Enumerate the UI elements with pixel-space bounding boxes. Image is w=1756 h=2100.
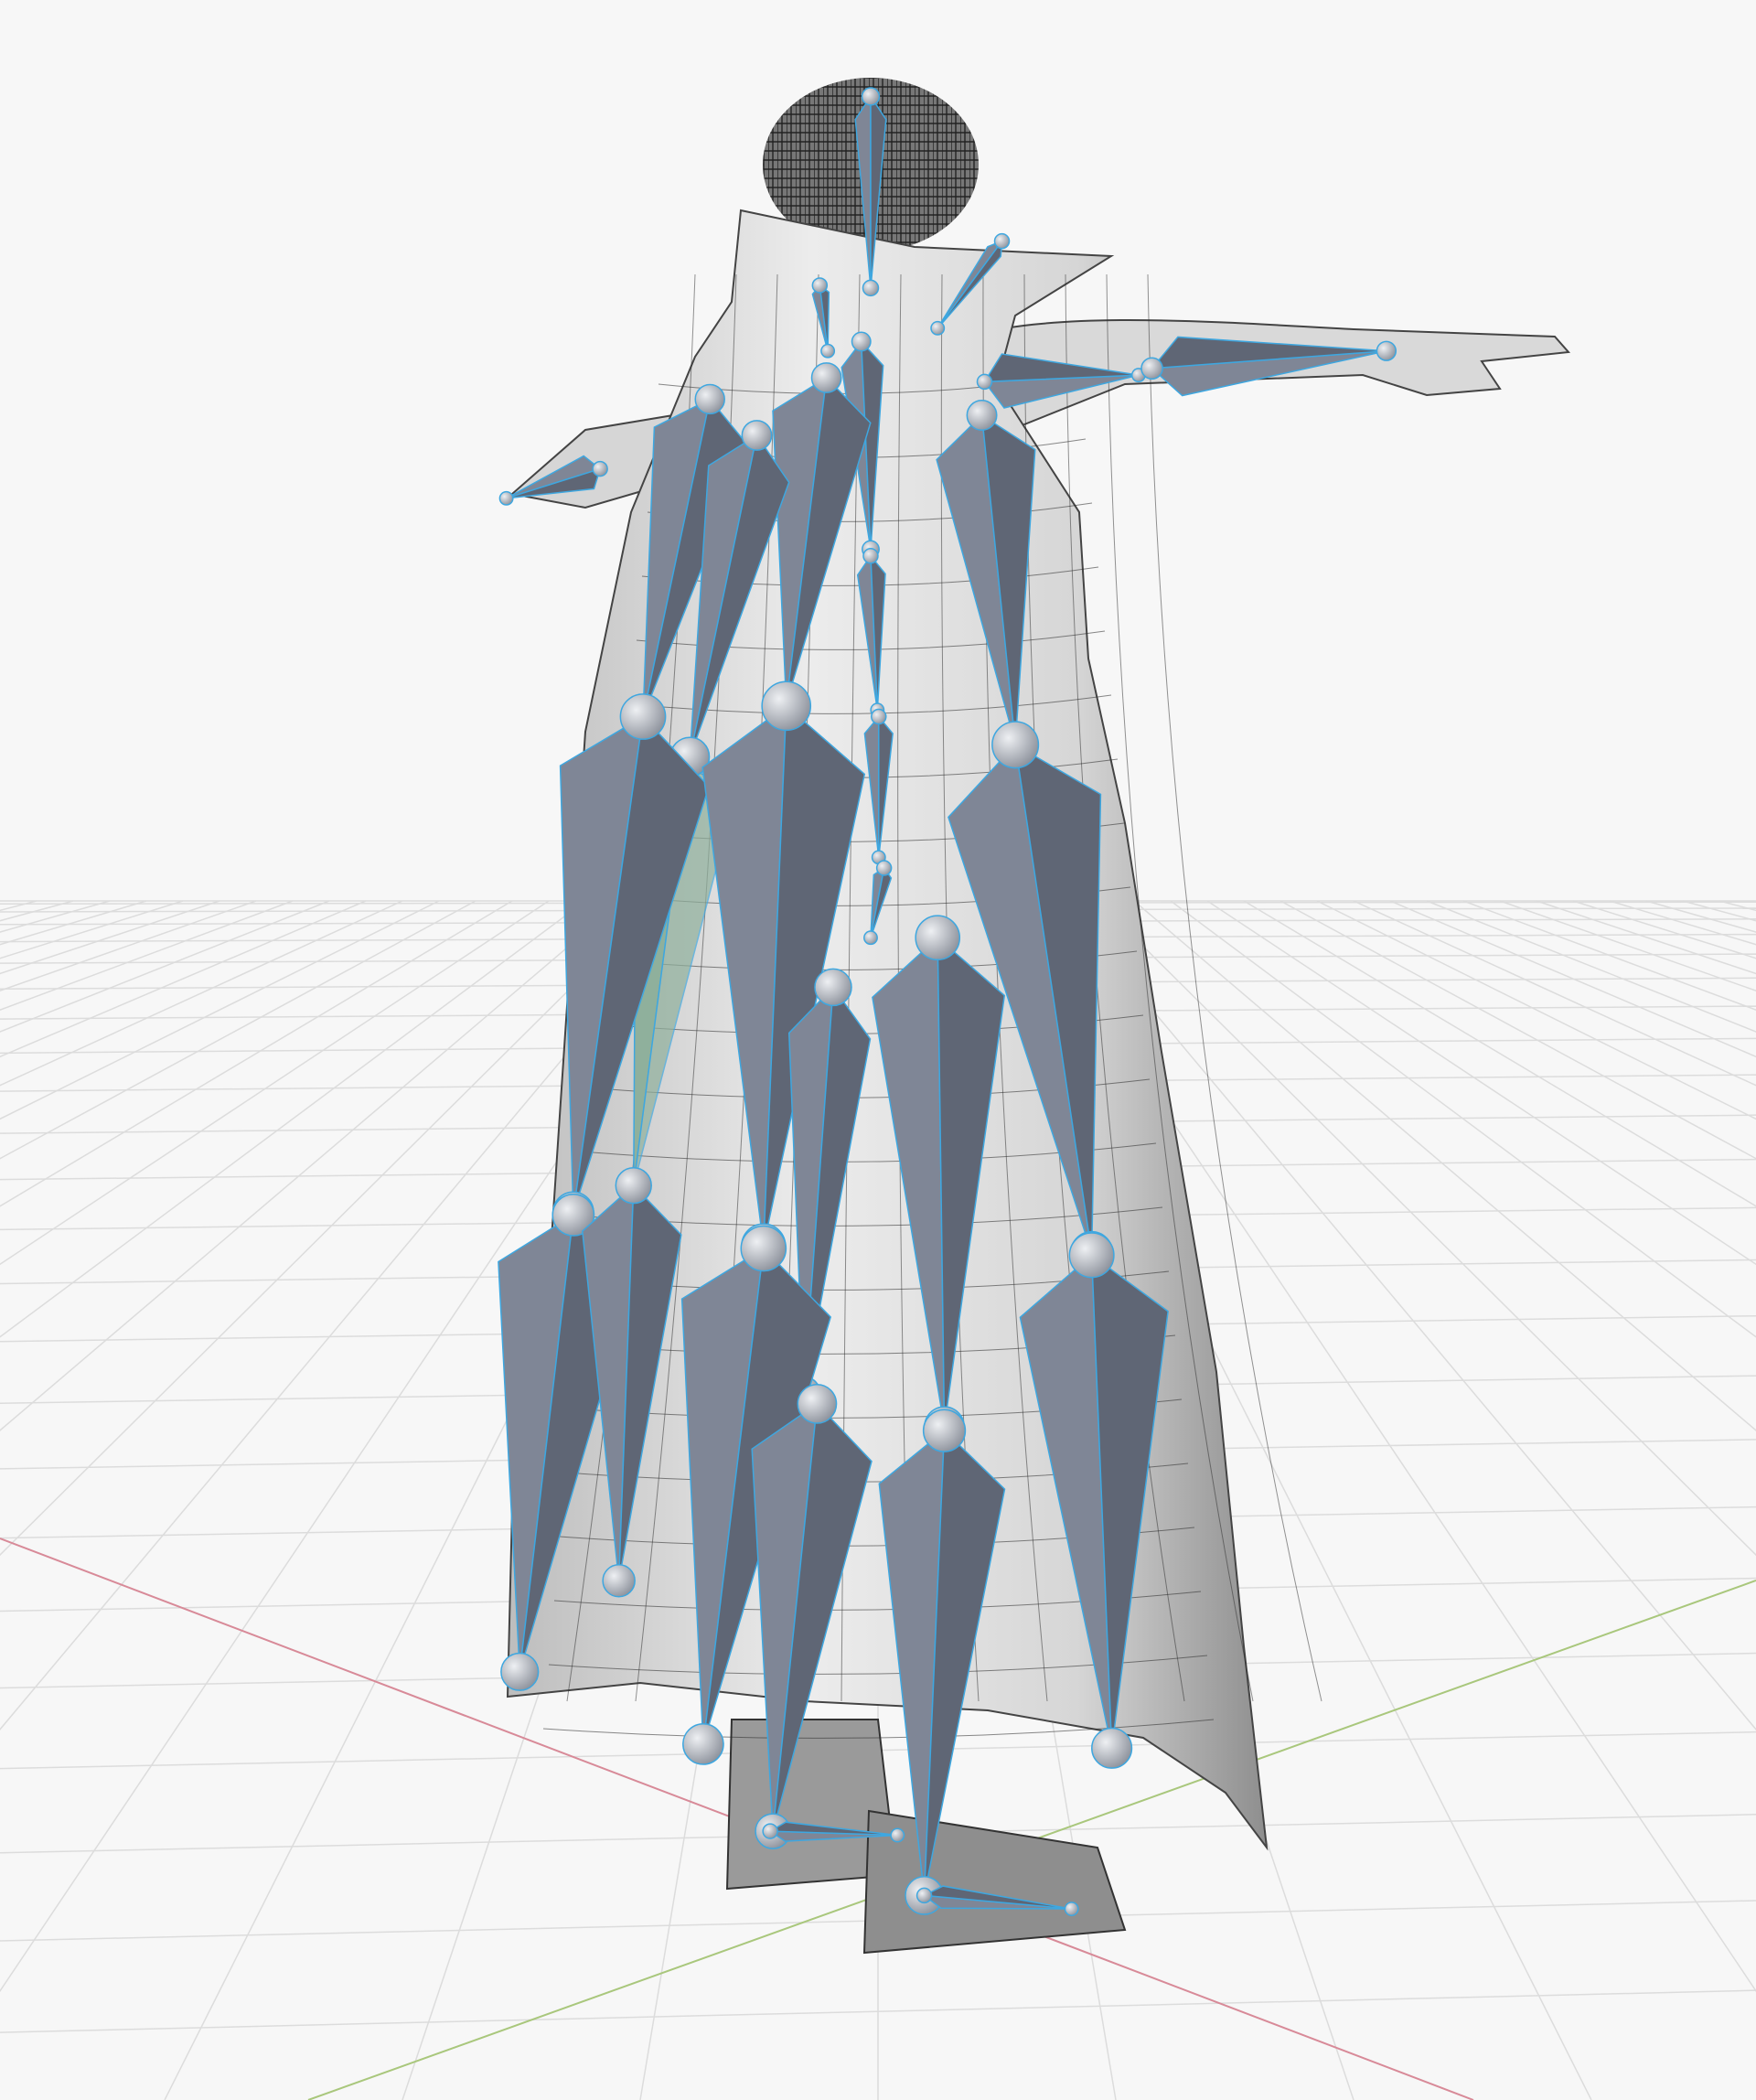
bone-tail-joint[interactable] [1376, 340, 1397, 361]
bone-head-joint[interactable] [861, 87, 881, 106]
bone-head-joint[interactable] [761, 680, 812, 732]
bone-head-joint[interactable] [851, 331, 872, 352]
bone-head-joint[interactable] [871, 708, 887, 725]
bone-head-joint[interactable] [694, 383, 725, 415]
bone-head-joint[interactable] [740, 1225, 787, 1272]
bone-head-joint[interactable] [741, 420, 773, 451]
bone-tail-joint[interactable] [820, 343, 836, 359]
bone-head-joint[interactable] [619, 693, 667, 740]
bone-tail-joint[interactable] [498, 490, 514, 506]
bone-head-joint[interactable] [592, 460, 608, 477]
bone-head-joint[interactable] [922, 1409, 967, 1452]
bone-head-joint[interactable] [991, 721, 1040, 769]
bone-head-joint[interactable] [915, 1887, 933, 1904]
bone-tail-joint[interactable] [862, 279, 880, 297]
bone-tail-joint[interactable] [930, 320, 946, 336]
bone-head-joint[interactable] [1140, 357, 1163, 380]
bone-head-joint[interactable] [976, 373, 993, 391]
bone-tail-joint[interactable] [1091, 1727, 1133, 1769]
bone-head-joint[interactable] [811, 277, 829, 294]
bone-tail-joint[interactable] [500, 1652, 540, 1691]
bone-head-joint[interactable] [762, 1823, 778, 1839]
bone-head-joint[interactable] [993, 232, 1011, 250]
bone-tail-joint[interactable] [1064, 1902, 1079, 1917]
bone-head-joint[interactable] [814, 968, 852, 1007]
bone-head-joint[interactable] [875, 860, 893, 876]
bone-head-joint[interactable] [862, 548, 879, 564]
bone-tail-joint[interactable] [890, 1827, 905, 1843]
bone-tail-joint[interactable] [682, 1723, 724, 1765]
bone-head-joint[interactable] [810, 362, 842, 393]
bone-tail-joint[interactable] [863, 930, 878, 946]
bone-head-joint[interactable] [915, 915, 961, 961]
bone-head-joint[interactable] [797, 1384, 838, 1424]
bone-head-joint[interactable] [966, 400, 998, 432]
bone-tail-joint[interactable] [602, 1563, 636, 1598]
bone-head-joint[interactable] [615, 1166, 652, 1205]
bone-head-joint[interactable] [1068, 1232, 1115, 1279]
3d-viewport[interactable] [0, 0, 1756, 2100]
